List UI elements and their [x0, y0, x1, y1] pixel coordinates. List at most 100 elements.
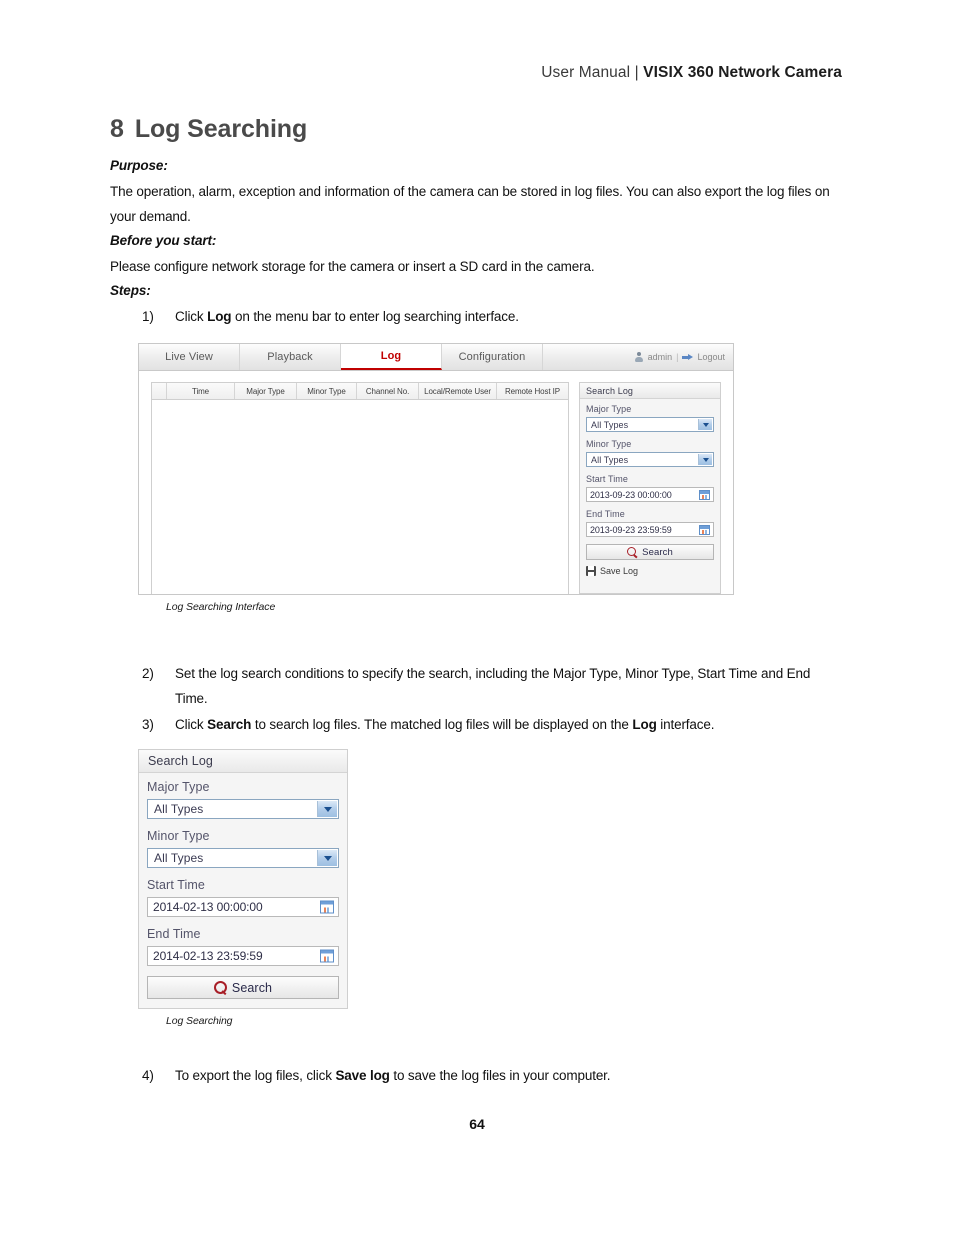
step-bold-save-log: Save log — [335, 1068, 390, 1083]
step-text: Set the log search conditions to specify… — [175, 666, 811, 706]
figure-1-container: Live View Playback Log Configuration adm… — [138, 343, 845, 613]
user-session-area: admin | Logout — [635, 344, 733, 370]
major-type-select[interactable]: All Types — [586, 417, 714, 432]
start-time-value: 2013-09-23 00:00:00 — [590, 489, 672, 500]
running-header-divider: | — [634, 64, 639, 81]
menu-bar-spacer — [543, 344, 635, 370]
page-content: 8 Log Searching Purpose: The operation, a… — [110, 115, 845, 1089]
calendar-icon[interactable] — [699, 489, 710, 500]
chevron-down-icon[interactable] — [698, 419, 712, 430]
log-col-minor-type: Minor Type — [297, 383, 357, 399]
step-marker: 3) — [142, 717, 154, 732]
start-time-input[interactable]: 2014-02-13 00:00:00 — [147, 897, 339, 917]
start-time-input[interactable]: 2013-09-23 00:00:00 — [586, 487, 714, 502]
calendar-icon[interactable] — [699, 524, 710, 535]
search-log-panel-fields: Major Type All Types Minor Type All Type… — [580, 399, 720, 576]
step-item-1: 1) Click Log on the menu bar to enter lo… — [110, 304, 845, 329]
log-col-checkbox — [152, 383, 167, 399]
search-icon — [627, 547, 637, 557]
user-icon — [635, 352, 644, 362]
user-separator: | — [676, 352, 679, 362]
calendar-icon[interactable] — [320, 900, 334, 914]
search-log-panel: Search Log Major Type All Types Minor Ty… — [579, 382, 721, 594]
camera-menu-bar: Live View Playback Log Configuration adm… — [139, 344, 733, 371]
menu-tab-playback[interactable]: Playback — [240, 344, 341, 370]
running-header-prefix: User Manual — [541, 64, 631, 81]
running-header: User Manual | VISIX 360 Network Camera — [541, 64, 842, 82]
search-log-panel-fields: Major Type All Types Minor Type All Type… — [139, 773, 347, 1008]
figure-2-caption: Log Searching — [166, 1015, 233, 1027]
major-type-label: Major Type — [586, 404, 632, 414]
log-searching-panel-screenshot: Search Log Major Type All Types Minor Ty… — [138, 749, 348, 1009]
step-bold-search: Search — [207, 717, 252, 732]
current-user-label: admin — [647, 352, 673, 362]
end-time-input[interactable]: 2014-02-13 23:59:59 — [147, 946, 339, 966]
chapter-title: Log Searching — [134, 115, 308, 143]
before-you-start-label: Before you start: — [110, 233, 217, 248]
chevron-down-icon[interactable] — [317, 850, 337, 866]
minor-type-value: All Types — [591, 454, 629, 465]
steps-list: 1) Click Log on the menu bar to enter lo… — [110, 304, 845, 329]
end-time-label: End Time — [586, 509, 625, 519]
search-log-panel-title: Search Log — [139, 750, 347, 773]
step-text-part: interface. — [656, 717, 715, 732]
log-col-remote-host-ip: Remote Host IP — [504, 386, 561, 396]
running-header-title: VISIX 360 Network Camera — [643, 64, 842, 81]
step-item-4: 4) To export the log files, click Save l… — [110, 1063, 845, 1088]
log-col-major-type: Major Type — [235, 383, 297, 399]
major-type-label: Major Type — [147, 780, 210, 794]
search-icon — [213, 981, 227, 994]
calendar-icon[interactable] — [320, 949, 334, 963]
log-table-body-empty — [152, 400, 568, 580]
purpose-label: Purpose: — [110, 158, 168, 173]
search-button[interactable]: Search — [586, 544, 714, 560]
chevron-down-icon[interactable] — [317, 801, 337, 817]
step-bold-log: Log — [207, 309, 232, 324]
search-button-label: Search — [231, 980, 273, 995]
minor-type-label: Minor Type — [586, 439, 632, 449]
major-type-value: All Types — [591, 419, 629, 430]
save-log-label: Save Log — [600, 566, 639, 576]
chevron-down-icon[interactable] — [698, 454, 712, 465]
step-item-2: 2) Set the log search conditions to spec… — [110, 661, 845, 711]
logout-arrow-icon — [682, 353, 694, 362]
step-marker: 1) — [142, 309, 154, 324]
log-col-time: Time — [167, 383, 235, 399]
step-text-part: to save the log files in your computer. — [389, 1068, 611, 1083]
minor-type-select[interactable]: All Types — [586, 452, 714, 467]
step-text-part: on the menu bar to enter log searching i… — [231, 309, 519, 324]
menu-tab-log[interactable]: Log — [341, 344, 442, 370]
step-bold-log: Log — [632, 717, 657, 732]
start-time-value: 2014-02-13 00:00:00 — [153, 900, 263, 914]
end-time-input[interactable]: 2013-09-23 23:59:59 — [586, 522, 714, 537]
major-type-select[interactable]: All Types — [147, 799, 339, 819]
page-number: 64 — [469, 1116, 485, 1132]
end-time-value: 2013-09-23 23:59:59 — [590, 524, 672, 535]
start-time-label: Start Time — [147, 878, 205, 892]
log-results-table: Time Major Type Minor Type Channel No. L… — [151, 382, 569, 594]
menu-tab-configuration[interactable]: Configuration — [442, 344, 543, 370]
step-text-part: Click — [175, 717, 208, 732]
minor-type-label: Minor Type — [147, 829, 210, 843]
step-item-3: 3) Click Search to search log files. The… — [110, 712, 845, 737]
search-log-panel-title: Search Log — [580, 383, 720, 399]
log-col-local-remote-user: Local/Remote User — [419, 383, 497, 399]
search-button[interactable]: Search — [147, 976, 339, 999]
chapter-number: 8 — [110, 115, 124, 143]
minor-type-value: All Types — [154, 851, 204, 865]
step-text-part: Click — [175, 309, 208, 324]
before-you-start-text: Please configure network storage for the… — [110, 259, 595, 274]
save-icon — [586, 566, 596, 576]
step-text-part: To export the log files, click — [175, 1068, 336, 1083]
page-title: 8 Log Searching — [110, 115, 845, 144]
figure-1-caption: Log Searching Interface — [166, 601, 276, 613]
step-marker: 4) — [142, 1068, 154, 1083]
save-log-button[interactable]: Save Log — [586, 566, 714, 576]
figure-2-container: Search Log Major Type All Types Minor Ty… — [138, 749, 845, 1027]
steps-list-continued: 2) Set the log search conditions to spec… — [110, 661, 845, 737]
logout-link[interactable]: Logout — [697, 352, 725, 362]
menu-tab-live-view[interactable]: Live View — [139, 344, 240, 370]
step-marker: 2) — [142, 666, 154, 681]
end-time-value: 2014-02-13 23:59:59 — [153, 949, 263, 963]
minor-type-select[interactable]: All Types — [147, 848, 339, 868]
